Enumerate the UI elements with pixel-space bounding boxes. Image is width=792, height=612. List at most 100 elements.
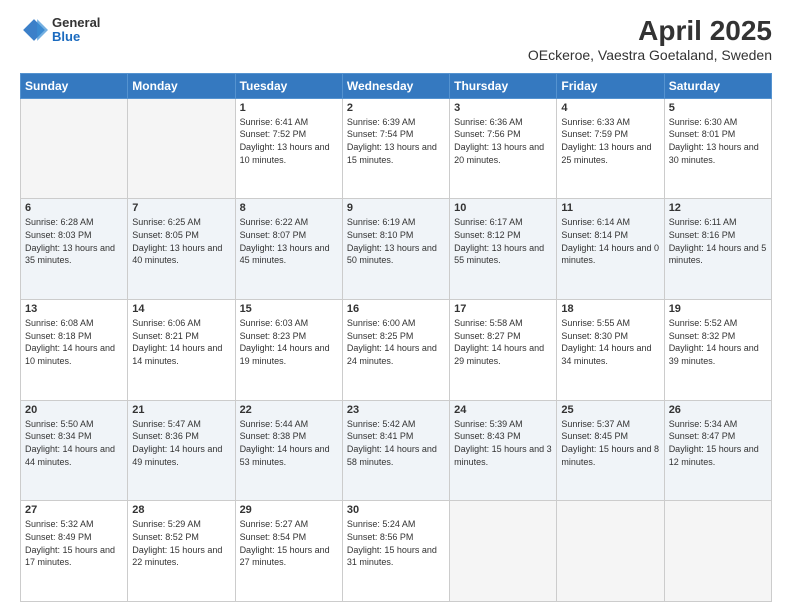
day-number: 8 <box>240 202 338 214</box>
table-row <box>21 98 128 199</box>
table-row: 23 Sunrise: 5:42 AM Sunset: 8:41 PM Dayli… <box>342 400 449 501</box>
calendar-week-row: 1Sunrise: 6:41 AM Sunset: 7:52 PM Daylig… <box>21 98 772 199</box>
day-number: 28 <box>132 504 230 516</box>
day-number: 6 <box>25 202 123 214</box>
table-row: 20Sunrise: 5:50 AM Sunset: 8:34 PM Dayli… <box>21 400 128 501</box>
table-row: 3 Sunrise: 6:36 AM Sunset: 7:56 PM Daylig… <box>450 98 557 199</box>
calendar-week-row: 6 Sunrise: 6:28 AM Sunset: 8:03 PM Daylig… <box>21 199 772 300</box>
table-row: 27Sunrise: 5:32 AM Sunset: 8:49 PM Dayli… <box>21 501 128 602</box>
day-info: Sunrise: 6:33 AM Sunset: 7:59 PM Dayligh… <box>561 116 659 166</box>
col-monday: Monday <box>128 73 235 98</box>
day-number: 17 <box>454 303 552 315</box>
table-row: 6 Sunrise: 6:28 AM Sunset: 8:03 PM Daylig… <box>21 199 128 300</box>
table-row: 30 Sunrise: 5:24 AM Sunset: 8:56 PM Dayli… <box>342 501 449 602</box>
col-tuesday: Tuesday <box>235 73 342 98</box>
day-number: 30 <box>347 504 445 516</box>
table-row: 22 Sunrise: 5:44 AM Sunset: 8:38 PM Dayli… <box>235 400 342 501</box>
logo: General Blue <box>20 16 100 45</box>
table-row: 9Sunrise: 6:19 AM Sunset: 8:10 PM Daylig… <box>342 199 449 300</box>
table-row: 15 Sunrise: 6:03 AM Sunset: 8:23 PM Dayli… <box>235 300 342 401</box>
day-info: Sunrise: 5:52 AM Sunset: 8:32 PM Dayligh… <box>669 317 767 367</box>
table-row: 18 Sunrise: 5:55 AM Sunset: 8:30 PM Dayli… <box>557 300 664 401</box>
title-block: April 2025 OEckeroe, Vaestra Goetaland, … <box>528 16 772 63</box>
day-info: Sunrise: 6:28 AM Sunset: 8:03 PM Dayligh… <box>25 216 123 266</box>
day-info: Sunrise: 6:30 AM Sunset: 8:01 PM Dayligh… <box>669 116 767 166</box>
day-number: 19 <box>669 303 767 315</box>
table-row: 12 Sunrise: 6:11 AM Sunset: 8:16 PM Dayli… <box>664 199 771 300</box>
table-row: 5 Sunrise: 6:30 AM Sunset: 8:01 PM Daylig… <box>664 98 771 199</box>
day-number: 4 <box>561 102 659 114</box>
day-number: 22 <box>240 404 338 416</box>
day-info: Sunrise: 5:27 AM Sunset: 8:54 PM Dayligh… <box>240 518 338 568</box>
day-info: Sunrise: 5:24 AM Sunset: 8:56 PM Dayligh… <box>347 518 445 568</box>
page: General Blue April 2025 OEckeroe, Vaestr… <box>0 0 792 612</box>
table-row: 16 Sunrise: 6:00 AM Sunset: 8:25 PM Dayli… <box>342 300 449 401</box>
col-wednesday: Wednesday <box>342 73 449 98</box>
day-info: Sunrise: 6:00 AM Sunset: 8:25 PM Dayligh… <box>347 317 445 367</box>
table-row: 21 Sunrise: 5:47 AM Sunset: 8:36 PM Dayli… <box>128 400 235 501</box>
day-number: 16 <box>347 303 445 315</box>
day-info: Sunrise: 6:39 AM Sunset: 7:54 PM Dayligh… <box>347 116 445 166</box>
table-row: 24Sunrise: 5:39 AM Sunset: 8:43 PM Dayli… <box>450 400 557 501</box>
logo-icon <box>20 16 48 44</box>
day-info: Sunrise: 6:36 AM Sunset: 7:56 PM Dayligh… <box>454 116 552 166</box>
day-number: 7 <box>132 202 230 214</box>
day-info: Sunrise: 5:58 AM Sunset: 8:27 PM Dayligh… <box>454 317 552 367</box>
day-info: Sunrise: 6:08 AM Sunset: 8:18 PM Dayligh… <box>25 317 123 367</box>
day-number: 3 <box>454 102 552 114</box>
table-row: 2 Sunrise: 6:39 AM Sunset: 7:54 PM Daylig… <box>342 98 449 199</box>
day-info: Sunrise: 6:22 AM Sunset: 8:07 PM Dayligh… <box>240 216 338 266</box>
col-thursday: Thursday <box>450 73 557 98</box>
day-number: 29 <box>240 504 338 516</box>
table-row: 19 Sunrise: 5:52 AM Sunset: 8:32 PM Dayli… <box>664 300 771 401</box>
table-row: 29 Sunrise: 5:27 AM Sunset: 8:54 PM Dayli… <box>235 501 342 602</box>
day-info: Sunrise: 5:50 AM Sunset: 8:34 PM Dayligh… <box>25 418 123 468</box>
day-number: 21 <box>132 404 230 416</box>
day-number: 14 <box>132 303 230 315</box>
day-number: 26 <box>669 404 767 416</box>
day-info: Sunrise: 5:47 AM Sunset: 8:36 PM Dayligh… <box>132 418 230 468</box>
table-row: 11 Sunrise: 6:14 AM Sunset: 8:14 PM Dayli… <box>557 199 664 300</box>
logo-general-text: General <box>52 16 100 30</box>
logo-blue-text: Blue <box>52 30 100 44</box>
day-info: Sunrise: 6:17 AM Sunset: 8:12 PM Dayligh… <box>454 216 552 266</box>
day-number: 18 <box>561 303 659 315</box>
table-row <box>450 501 557 602</box>
day-info: Sunrise: 5:29 AM Sunset: 8:52 PM Dayligh… <box>132 518 230 568</box>
day-info: Sunrise: 5:42 AM Sunset: 8:41 PM Dayligh… <box>347 418 445 468</box>
table-row: 1Sunrise: 6:41 AM Sunset: 7:52 PM Daylig… <box>235 98 342 199</box>
day-number: 11 <box>561 202 659 214</box>
logo-text: General Blue <box>52 16 100 45</box>
table-row: 17 Sunrise: 5:58 AM Sunset: 8:27 PM Dayli… <box>450 300 557 401</box>
day-info: Sunrise: 6:25 AM Sunset: 8:05 PM Dayligh… <box>132 216 230 266</box>
day-info: Sunrise: 6:11 AM Sunset: 8:16 PM Dayligh… <box>669 216 767 266</box>
day-info: Sunrise: 6:03 AM Sunset: 8:23 PM Dayligh… <box>240 317 338 367</box>
day-number: 15 <box>240 303 338 315</box>
header-row: Sunday Monday Tuesday Wednesday Thursday… <box>21 73 772 98</box>
day-number: 5 <box>669 102 767 114</box>
table-row: 10Sunrise: 6:17 AM Sunset: 8:12 PM Dayli… <box>450 199 557 300</box>
day-number: 13 <box>25 303 123 315</box>
table-row: 28 Sunrise: 5:29 AM Sunset: 8:52 PM Dayli… <box>128 501 235 602</box>
day-info: Sunrise: 5:34 AM Sunset: 8:47 PM Dayligh… <box>669 418 767 468</box>
day-info: Sunrise: 6:14 AM Sunset: 8:14 PM Dayligh… <box>561 216 659 266</box>
col-sunday: Sunday <box>21 73 128 98</box>
table-row: 14Sunrise: 6:06 AM Sunset: 8:21 PM Dayli… <box>128 300 235 401</box>
day-info: Sunrise: 5:55 AM Sunset: 8:30 PM Dayligh… <box>561 317 659 367</box>
table-row: 26 Sunrise: 5:34 AM Sunset: 8:47 PM Dayli… <box>664 400 771 501</box>
col-friday: Friday <box>557 73 664 98</box>
day-number: 24 <box>454 404 552 416</box>
calendar-week-row: 13 Sunrise: 6:08 AM Sunset: 8:18 PM Dayli… <box>21 300 772 401</box>
day-number: 23 <box>347 404 445 416</box>
table-row <box>128 98 235 199</box>
day-number: 12 <box>669 202 767 214</box>
table-row: 13 Sunrise: 6:08 AM Sunset: 8:18 PM Dayli… <box>21 300 128 401</box>
day-info: Sunrise: 5:37 AM Sunset: 8:45 PM Dayligh… <box>561 418 659 468</box>
day-number: 2 <box>347 102 445 114</box>
calendar-week-row: 27Sunrise: 5:32 AM Sunset: 8:49 PM Dayli… <box>21 501 772 602</box>
table-row <box>664 501 771 602</box>
calendar-title: April 2025 <box>528 16 772 47</box>
day-info: Sunrise: 5:44 AM Sunset: 8:38 PM Dayligh… <box>240 418 338 468</box>
day-info: Sunrise: 5:32 AM Sunset: 8:49 PM Dayligh… <box>25 518 123 568</box>
calendar-subtitle: OEckeroe, Vaestra Goetaland, Sweden <box>528 47 772 63</box>
